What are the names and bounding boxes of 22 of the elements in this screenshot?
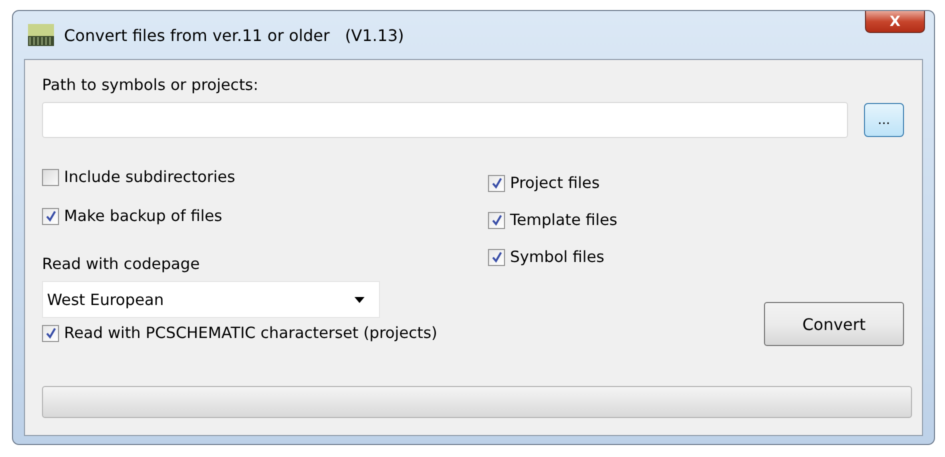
checkbox[interactable] (488, 248, 505, 266)
convert-button[interactable]: Convert (764, 302, 904, 346)
window-title: Convert files from ver.11 or older (V1.13) (64, 26, 404, 44)
checkbox[interactable] (42, 208, 59, 224)
checkbox-label: Symbol files (510, 248, 604, 266)
checkbox-label: Project files (510, 174, 600, 192)
path-field[interactable] (42, 102, 848, 138)
checkbox-label: Make backup of files (64, 207, 222, 225)
checkbox[interactable] (488, 174, 505, 192)
path-label: Path to symbols or projects: (42, 76, 260, 96)
checkbox-label: Include subdirectories (64, 168, 236, 186)
dropdown-arrow-icon (354, 296, 365, 302)
app-icon (28, 24, 54, 46)
checkbox-label: Read with PCSCHEMATIC characterset (projects) (64, 324, 438, 342)
codepage-label: Read with codepage (42, 255, 201, 275)
checkbox[interactable] (42, 324, 59, 342)
close-button[interactable]: X (865, 11, 925, 33)
browse-button[interactable]: ... (864, 103, 904, 137)
checkbox[interactable] (488, 212, 505, 228)
codepage-dropdown[interactable]: West European (42, 281, 380, 318)
checkbox-label: Template files (510, 211, 618, 229)
checkbox[interactable] (42, 168, 59, 186)
